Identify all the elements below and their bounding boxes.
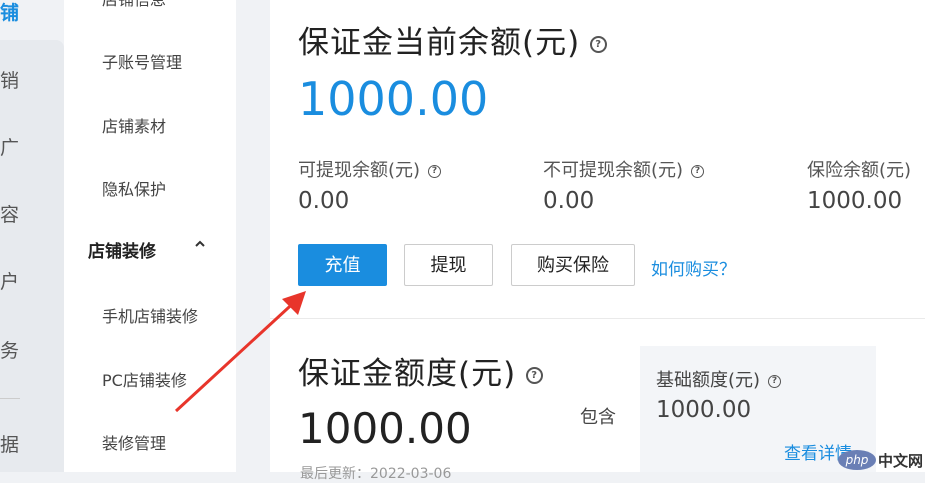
primary-nav-item-service[interactable]: 务 [0,336,19,363]
withdraw-button[interactable]: 提现 [404,244,493,286]
watermark-text: 中文网 [878,452,924,470]
insurance-balance-label: 保险余额(元) [807,160,912,181]
contains-label: 包含 [580,407,616,428]
primary-nav-item-shop[interactable]: 铺 [0,0,19,25]
deposit-balance-title-text: 保证金当前余额(元) [298,25,581,61]
help-icon[interactable]: ? [691,164,705,178]
deposit-balance-title: 保证金当前余额(元)? [298,17,608,62]
non-withdrawable-balance-label: 不可提现余额(元)? [543,156,705,182]
withdrawable-balance-value: 0.00 [298,188,350,214]
base-quota-label: 基础额度(元)? [656,366,782,392]
help-icon[interactable]: ? [590,36,608,53]
primary-nav-highlight [0,40,64,472]
primary-nav: 铺 销 广 容 户 务 据 [0,0,64,472]
deposit-balance-amount: 1000.00 [298,72,489,126]
deposit-quota-title: 保证金额度(元)? [298,348,544,393]
submenu-item-pc-decoration[interactable]: PC店铺装修 [102,367,187,391]
how-to-buy-link[interactable]: 如何购买？ [651,255,736,280]
base-quota-value: 1000.00 [656,397,752,423]
primary-nav-item-sales[interactable]: 销 [0,66,19,93]
primary-nav-item-data[interactable]: 据 [0,430,19,457]
submenu-item-decoration-manage[interactable]: 装修管理 [102,430,166,454]
primary-nav-item-customer[interactable]: 户 [0,267,19,294]
base-quota-label-text: 基础额度(元) [656,370,761,391]
non-withdrawable-balance-label-text: 不可提现余额(元) [543,160,684,181]
primary-nav-divider [0,398,20,399]
php-logo: php [838,450,876,470]
withdrawable-balance-label: 可提现余额(元)? [298,156,442,182]
submenu-item-privacy[interactable]: 隐私保护 [102,176,166,200]
primary-nav-item-ads[interactable]: 广 [0,133,19,160]
main-panel: 保证金当前余额(元)? 1000.00 可提现余额(元)? 0.00 不可提现余… [270,0,925,482]
deposit-quota-title-text: 保证金额度(元) [298,356,517,392]
help-icon[interactable]: ? [428,164,442,178]
deposit-quota-amount: 1000.00 [298,404,472,453]
submenu-item-subaccounts[interactable]: 子账号管理 [102,49,182,73]
chevron-up-icon[interactable] [194,238,206,254]
help-icon[interactable]: ? [526,367,544,384]
non-withdrawable-balance-value: 0.00 [543,188,595,214]
buy-insurance-button[interactable]: 购买保险 [511,244,635,286]
submenu-item-shop-info[interactable]: 店铺信息 [102,0,166,10]
primary-nav-item-content[interactable]: 容 [0,200,19,227]
recharge-button[interactable]: 充值 [298,244,387,286]
last-updated-text: 最后更新：2022-03-06 [300,466,452,482]
submenu-group-decoration[interactable]: 店铺装修 [88,237,156,262]
section-divider [270,318,925,319]
watermark: php 中文网 [838,448,925,472]
submenu-item-mobile-decoration[interactable]: 手机店铺装修 [102,303,198,327]
withdrawable-balance-label-text: 可提现余额(元) [298,160,421,181]
insurance-balance-value: 1000.00 [807,188,903,214]
help-icon[interactable]: ? [768,374,782,388]
submenu-item-shop-assets[interactable]: 店铺素材 [102,113,166,137]
secondary-nav: 店铺信息 子账号管理 店铺素材 隐私保护 店铺装修 手机店铺装修 PC店铺装修 … [64,0,236,472]
